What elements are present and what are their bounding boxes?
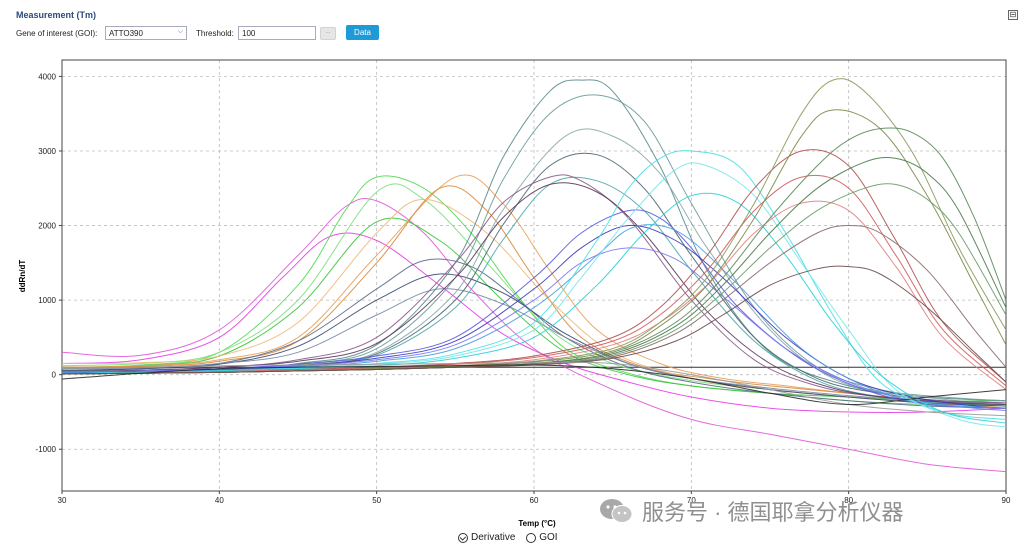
legend-goi[interactable]: GOI	[526, 532, 558, 543]
watermark: 服务号 · 德国耶拿分析仪器	[598, 495, 904, 527]
x-tick-label: 30	[58, 496, 67, 505]
legend-derivative-label: Derivative	[471, 532, 516, 543]
y-tick-label: -1000	[36, 445, 57, 454]
legend-derivative[interactable]: Derivative	[458, 532, 515, 543]
y-tick-label: 2000	[38, 222, 56, 231]
y-axis-label: ddRn/dT	[18, 260, 27, 293]
legend-goi-label: GOI	[539, 532, 558, 543]
x-tick-label: 90	[1002, 496, 1011, 505]
wechat-logo-icon	[600, 499, 633, 523]
watermark-text: 服务号 · 德国耶拿分析仪器	[642, 500, 904, 525]
y-tick-label: 3000	[38, 147, 56, 156]
tick-layer: 30 40 50 60 70 80 90-100001000200030004000	[36, 72, 1011, 505]
series-layer	[61, 78, 1007, 473]
legend: Derivative GOI	[458, 532, 566, 546]
derivative-radio-icon[interactable]	[458, 532, 468, 543]
goi-radio-icon[interactable]	[526, 532, 537, 543]
y-tick-label: 4000	[38, 72, 56, 81]
y-tick-label: 1000	[38, 296, 56, 305]
melt-curve-chart: 30 40 50 60 70 80 90-100001000200030004000 Tem…	[18, 59, 1011, 528]
grid-layer	[62, 60, 1006, 491]
x-tick-label: 50	[372, 496, 381, 505]
x-axis-label: Temp (°C)	[518, 519, 556, 528]
x-tick-label: 40	[215, 496, 224, 505]
y-tick-label: 0	[52, 371, 57, 380]
x-tick-label: 60	[530, 496, 539, 505]
series-line	[61, 198, 1007, 473]
